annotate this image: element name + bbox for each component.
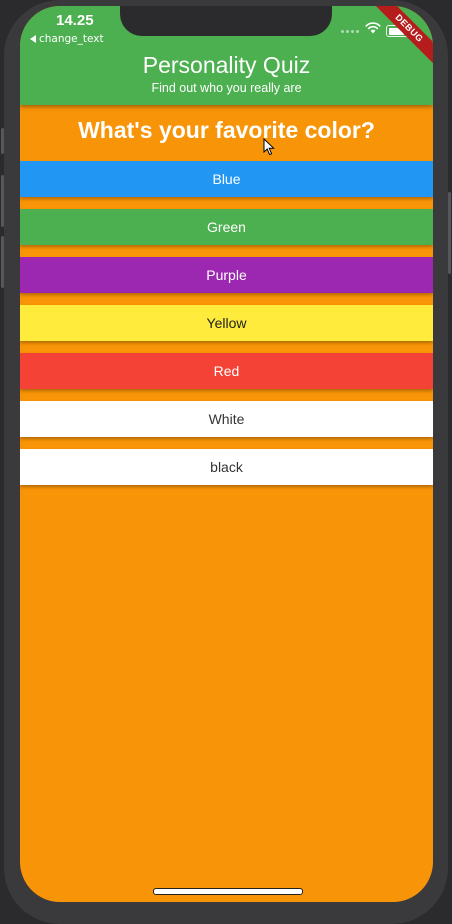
side-button-left bbox=[1, 175, 4, 227]
back-app-label: change_text bbox=[39, 33, 104, 45]
side-button-left bbox=[1, 128, 4, 154]
question-text: What's your favorite color? bbox=[78, 117, 375, 143]
cellular-signal-icon bbox=[341, 30, 359, 33]
answer-button-white[interactable]: White bbox=[20, 401, 433, 437]
mouse-cursor-icon bbox=[263, 138, 275, 156]
side-button-right bbox=[448, 192, 451, 274]
answer-button-green[interactable]: Green bbox=[20, 209, 433, 245]
answer-button-blue[interactable]: Blue bbox=[20, 161, 433, 197]
device-notch bbox=[120, 6, 332, 36]
back-to-app-link[interactable]: change_text bbox=[30, 33, 104, 45]
phone-screen: 14.25 change_text DEBUG Personality Quiz… bbox=[20, 6, 433, 902]
app-subtitle: Find out who you really are bbox=[151, 81, 302, 95]
answer-button-yellow[interactable]: Yellow bbox=[20, 305, 433, 341]
side-button-left bbox=[1, 236, 4, 288]
answer-button-red[interactable]: Red bbox=[20, 353, 433, 389]
app-title: Personality Quiz bbox=[142, 52, 311, 78]
answer-button-black[interactable]: black bbox=[20, 449, 433, 485]
home-indicator[interactable] bbox=[153, 888, 303, 895]
answer-button-purple[interactable]: Purple bbox=[20, 257, 433, 293]
device: 14.25 change_text DEBUG Personality Quiz… bbox=[0, 0, 452, 924]
status-time: 14.25 bbox=[56, 12, 94, 29]
wifi-icon bbox=[365, 22, 381, 34]
back-triangle-icon bbox=[30, 35, 36, 43]
